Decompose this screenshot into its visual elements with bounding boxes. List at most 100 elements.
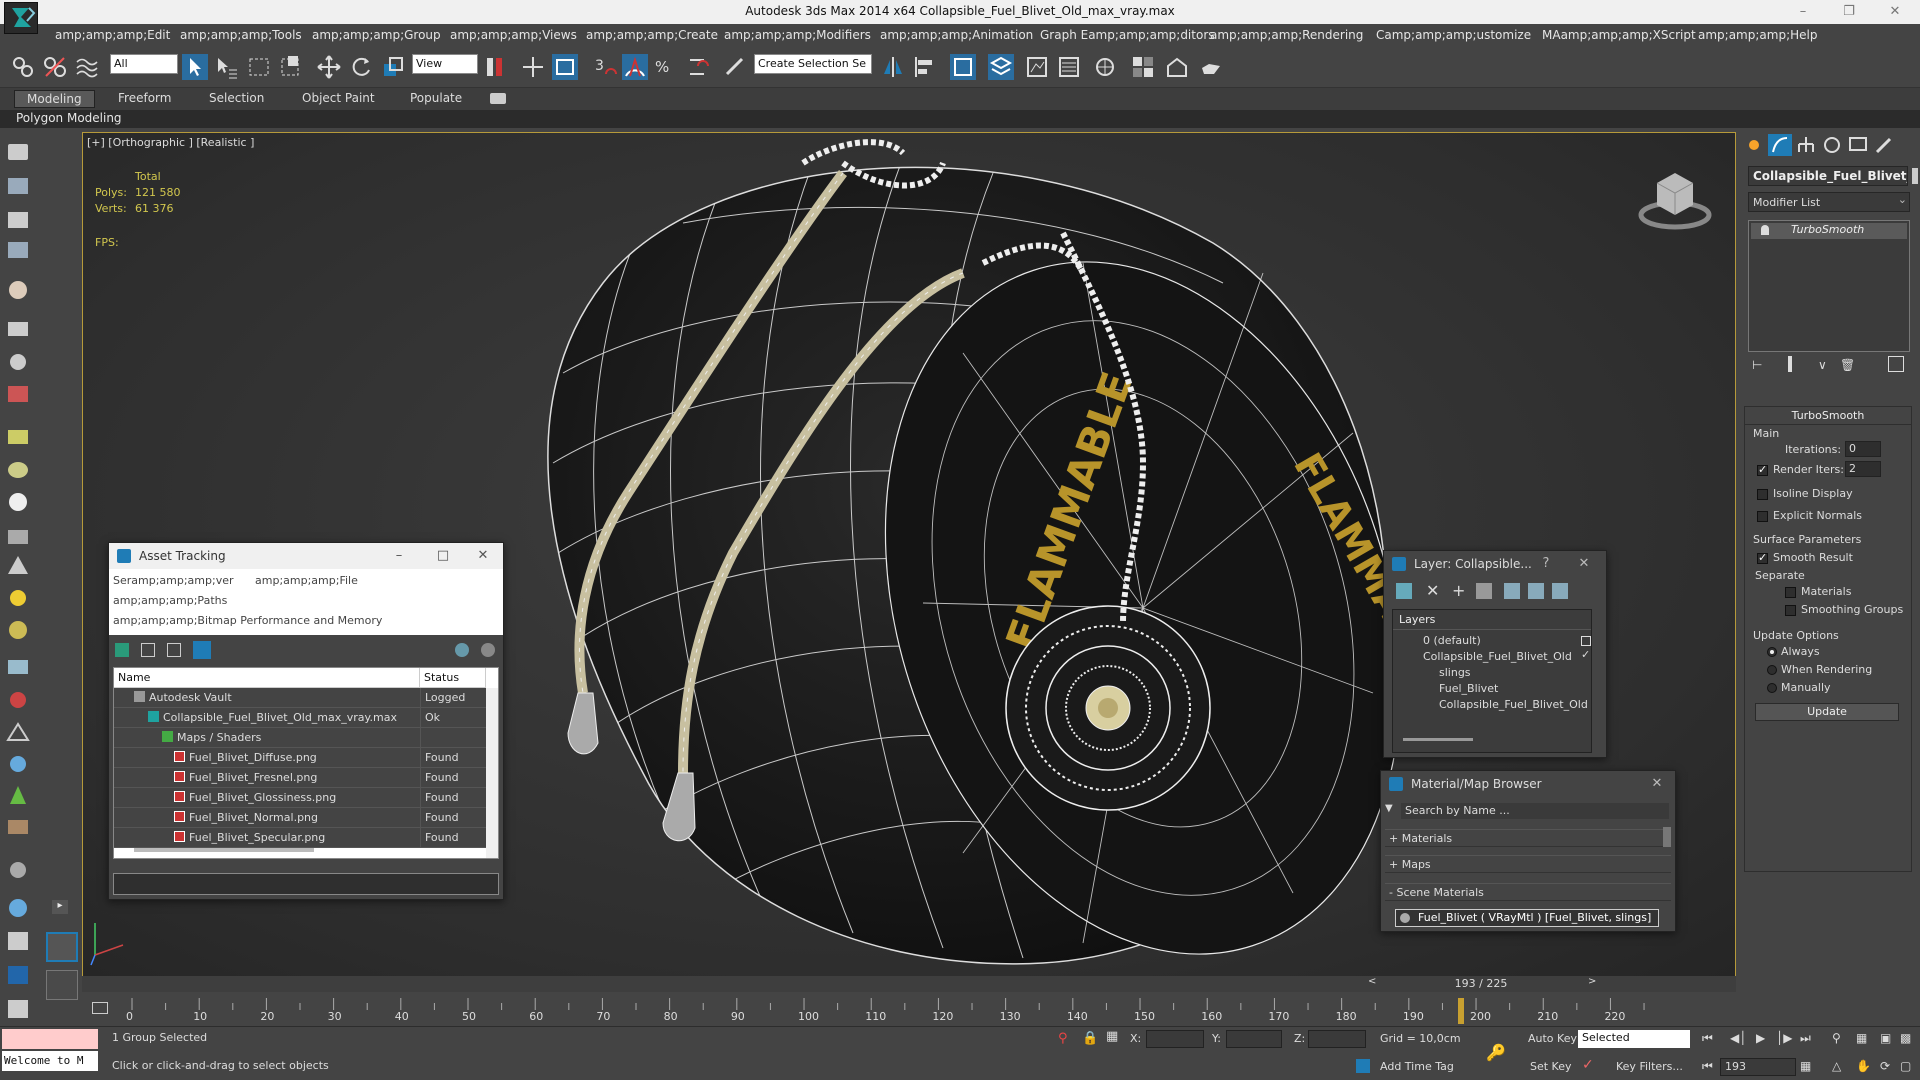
smooth-result-checkbox[interactable] (1757, 551, 1768, 564)
selection-filter-select[interactable]: All (110, 54, 178, 74)
render-setup-icon[interactable] (1164, 54, 1190, 80)
maximize-icon[interactable]: □ (423, 543, 463, 569)
z-coordinate-field[interactable] (1308, 1030, 1366, 1048)
named-selection-set-select[interactable]: Create Selection Se (754, 54, 872, 74)
add-to-layer-icon[interactable]: + (1452, 581, 1465, 600)
curve-editor-icon[interactable] (1056, 54, 1082, 80)
zoom-extents-icon[interactable]: ▣ (1880, 1031, 1891, 1045)
mini-curve-editor-icon[interactable] (92, 1002, 108, 1014)
auto-key-button[interactable]: Auto Key (1528, 1032, 1577, 1045)
asset-path-field[interactable] (113, 873, 499, 895)
hierarchy-tab-icon[interactable] (1794, 134, 1818, 156)
table-row[interactable]: Fuel_Blivet_Glossiness.png Found (114, 788, 486, 808)
edit-named-selection-icon[interactable] (722, 54, 748, 80)
vertical-scrollbar[interactable] (486, 688, 498, 858)
layers-header[interactable]: Layers (1393, 610, 1591, 630)
snaps-toggle-icon[interactable]: 3 (592, 54, 618, 80)
material-browser-titlebar[interactable]: Material/Map Browser ✕ (1381, 771, 1675, 797)
isolate-selection-icon[interactable]: ⚲ (1058, 1031, 1068, 1046)
tab-freeform[interactable]: Freeform (106, 90, 183, 108)
layer-row[interactable]: Collapsible_Fuel_Blivet_Old (1439, 698, 1588, 711)
make-unique-icon[interactable]: ∨ (1818, 358, 1827, 372)
update-manually-radio[interactable] (1767, 683, 1777, 693)
menu-file[interactable]: amp;amp;amp;File (255, 574, 358, 587)
pivot-center-icon[interactable] (482, 54, 508, 80)
render-iters-checkbox[interactable] (1757, 463, 1768, 476)
ribbon-toggle-icon[interactable] (490, 93, 506, 104)
minimize-icon[interactable]: – (1780, 0, 1826, 24)
settings-icon[interactable] (481, 643, 495, 657)
render-iters-spinner[interactable]: 2 (1845, 461, 1881, 477)
y-coordinate-field[interactable] (1226, 1030, 1282, 1048)
vertical-scrollbar[interactable] (1663, 827, 1671, 847)
close-icon[interactable]: ✕ (1637, 771, 1677, 797)
menu-edit[interactable]: amp;amp;amp;Edit (55, 28, 170, 42)
col-header-name[interactable]: Name (114, 668, 420, 688)
prev-key-icon[interactable]: ◀│ (1730, 1031, 1746, 1045)
object-color-swatch[interactable] (1912, 168, 1918, 184)
play-icon[interactable]: ▶ (1756, 1031, 1765, 1045)
viewcube[interactable] (1635, 163, 1715, 233)
menu-tools[interactable]: amp;amp;amp;Tools (180, 28, 302, 42)
menu-help[interactable]: amp;amp;amp;Help (1698, 28, 1817, 42)
menu-group[interactable]: amp;amp;amp;Group (312, 28, 441, 42)
layer-row[interactable]: slings (1439, 666, 1471, 679)
table-row[interactable]: Fuel_Blivet_Normal.png Found (114, 808, 486, 828)
expand-arrow-icon[interactable]: ▸ (52, 900, 68, 914)
help-button[interactable]: ? (1526, 551, 1566, 577)
close-icon[interactable]: ✕ (1564, 551, 1604, 577)
key-mode-toggle-icon[interactable]: ⏮ (1702, 1059, 1713, 1074)
scene-explorer-icon[interactable] (950, 54, 976, 80)
selection-lock-icon[interactable]: 🔒 (1082, 1031, 1098, 1046)
highlight-layer-icon[interactable] (1504, 583, 1520, 599)
display-tab-icon[interactable] (1846, 134, 1870, 156)
maximize-icon[interactable]: ❐ (1826, 0, 1872, 24)
tab-modeling[interactable]: Modeling (14, 90, 95, 108)
minimize-icon[interactable]: – (379, 543, 419, 569)
list-view-icon[interactable] (141, 643, 155, 657)
table-row[interactable]: Fuel_Blivet_Diffuse.png Found (114, 748, 486, 768)
link-icon[interactable] (10, 54, 36, 80)
next-frame-icon[interactable]: > (1588, 976, 1596, 987)
hide-all-layers-icon[interactable] (1528, 583, 1544, 599)
object-name-field[interactable]: Collapsible_Fuel_Blivet_O (1748, 166, 1908, 186)
motion-tab-icon[interactable] (1820, 134, 1844, 156)
horizontal-scrollbar[interactable] (1403, 738, 1473, 741)
orbit-icon[interactable]: ⟳ (1880, 1059, 1890, 1073)
create-layer-icon[interactable] (1396, 583, 1412, 599)
menu-graph-editors[interactable]: Graph Eamp;amp;amp;ditors (1040, 28, 1215, 42)
menu-maxscript[interactable]: MAamp;amp;amp;XScript (1542, 28, 1696, 42)
select-object-icon[interactable] (182, 54, 208, 80)
tab-populate[interactable]: Populate (398, 90, 474, 108)
x-coordinate-field[interactable] (1146, 1030, 1204, 1048)
field-of-view-icon[interactable]: △ (1832, 1059, 1841, 1073)
utilities-tab-icon[interactable] (1872, 134, 1896, 156)
menu-customize[interactable]: Camp;amp;amp;ustomize (1376, 28, 1531, 42)
keyboard-shortcut-icon[interactable] (552, 54, 578, 80)
section-maps[interactable]: + Maps (1385, 855, 1671, 873)
menu-bitmap-performance[interactable]: amp;amp;amp;Bitmap Performance and Memor… (113, 614, 382, 627)
menu-create[interactable]: amp;amp;amp;Create (586, 28, 718, 42)
pin-stack-icon[interactable]: ⊢ (1752, 358, 1762, 372)
table-row[interactable]: Autodesk Vault Logged Out (114, 688, 486, 724)
delete-layer-icon[interactable]: ✕ (1426, 581, 1439, 600)
maximize-viewport-icon[interactable]: ▢ (1900, 1059, 1911, 1073)
material-editor-icon[interactable] (1130, 54, 1156, 80)
layer-dialog-titlebar[interactable]: Layer: Collapsible... ? ✕ (1384, 551, 1606, 577)
key-mode-select[interactable]: Selected (1578, 1030, 1690, 1048)
options-chevron-icon[interactable]: ▼ (1385, 803, 1393, 814)
reference-coord-select[interactable]: View (412, 54, 478, 74)
menu-rendering[interactable]: amp;amp;amp;Rendering (1210, 28, 1363, 42)
close-icon[interactable]: ✕ (1872, 0, 1918, 24)
layer-row[interactable]: Collapsible_Fuel_Blivet_Old (1423, 650, 1572, 663)
update-always-radio[interactable] (1767, 647, 1777, 657)
configure-sets-icon[interactable] (1888, 356, 1904, 372)
layer-manager-icon[interactable] (988, 54, 1014, 80)
remove-modifier-icon[interactable]: 🗑 (1840, 358, 1855, 372)
unlink-icon[interactable] (42, 54, 68, 80)
rotate-icon[interactable] (348, 54, 374, 80)
layer-row[interactable]: 0 (default) (1423, 634, 1481, 647)
add-time-tag-button[interactable]: Add Time Tag (1380, 1060, 1454, 1073)
move-icon[interactable] (316, 54, 342, 80)
modify-tab-icon[interactable] (1768, 134, 1792, 156)
